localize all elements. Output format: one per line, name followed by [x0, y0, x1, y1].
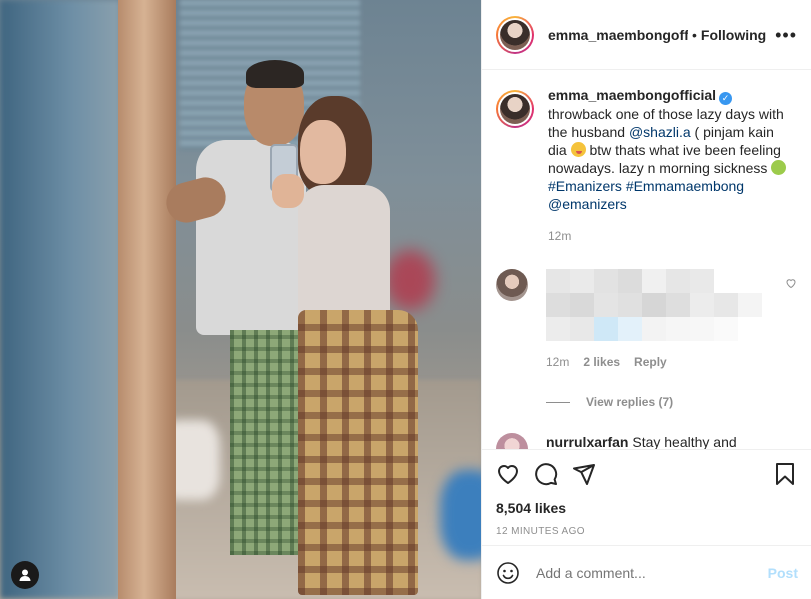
post-side-panel: emma_maembongoffi • Following ••• emma_m…: [481, 0, 811, 599]
likes-count[interactable]: 8,504 likes: [496, 500, 797, 516]
photo-hand: [272, 174, 304, 208]
post-caption: emma_maembongofficial ✓ throwback one of …: [496, 86, 797, 245]
hashtag-emmamaembong-link[interactable]: #Emmamaembong: [626, 178, 744, 194]
action-icons-row: [496, 450, 797, 498]
commenter-avatar[interactable]: [496, 433, 528, 449]
mention-fan-link[interactable]: @emanizers: [548, 196, 627, 212]
comment-icon: [535, 463, 558, 486]
post-modal: emma_maembongoffi • Following ••• emma_m…: [0, 0, 811, 599]
user-tag-button[interactable]: [11, 561, 39, 589]
post-comment-button[interactable]: Post: [768, 565, 798, 581]
emoji-button[interactable]: [496, 561, 520, 585]
winking-tongue-emoji-icon: [570, 142, 586, 157]
caption-author[interactable]: emma_maembongofficial: [548, 87, 716, 103]
pixelated-comment-text: [546, 269, 786, 341]
author-avatar[interactable]: [496, 15, 534, 54]
photo-background-wall: [0, 0, 120, 599]
heart-icon: [498, 465, 518, 484]
view-replies-label: View replies (7): [586, 395, 674, 409]
comment-like-heart-icon[interactable]: [785, 277, 797, 289]
commenter-avatar[interactable]: [496, 269, 528, 301]
post-timestamp[interactable]: 12 MINUTES AGO: [496, 526, 797, 537]
photo-man-hair: [246, 60, 304, 88]
comment-reply-button[interactable]: Reply: [634, 355, 667, 369]
comment-text: Stay healthy and: [632, 434, 737, 449]
share-icon: [573, 464, 595, 485]
comment-item: 12m 2 likes Reply: [496, 269, 797, 369]
comment-author[interactable]: nurrulxarfan: [546, 434, 628, 449]
comment-likes-count[interactable]: 2 likes: [583, 355, 620, 369]
comment-meta: 12m 2 likes Reply: [546, 355, 786, 369]
hashtag-emanizers-link[interactable]: #Emanizers: [548, 178, 622, 194]
mention-husband-link[interactable]: @shazli.a: [629, 124, 691, 140]
comment-button[interactable]: [534, 462, 558, 486]
verified-badge-icon: ✓: [719, 92, 733, 105]
caption-text: emma_maembongofficial ✓ throwback one of …: [548, 86, 788, 245]
view-replies-line: [546, 401, 570, 403]
save-button[interactable]: [773, 462, 797, 486]
view-replies-button[interactable]: View replies (7): [546, 395, 797, 409]
post-header: emma_maembongoffi • Following •••: [482, 0, 811, 70]
bookmark-icon: [776, 463, 794, 485]
caption-timestamp[interactable]: 12m: [548, 227, 788, 245]
comments-list: emma_maembongofficial ✓ throwback one of …: [482, 70, 811, 449]
add-comment-bar: Post: [482, 545, 811, 599]
photo-woman-face: [300, 120, 346, 184]
comment-item: nurrulxarfan Stay healthy and: [496, 433, 797, 449]
comment-timestamp[interactable]: 12m: [546, 355, 569, 369]
post-photo[interactable]: [0, 0, 481, 599]
photo-mirror-frame: [118, 0, 176, 599]
like-button[interactable]: [496, 462, 520, 486]
photo-blue-object: [440, 470, 481, 560]
photo-man-sarong: [230, 330, 305, 555]
post-actions: 8,504 likes 12 MINUTES AGO Post: [482, 449, 811, 599]
nauseated-emoji-icon: [771, 160, 787, 175]
photo-background-object: [385, 250, 435, 310]
more-options-icon[interactable]: •••: [775, 26, 797, 44]
photo-woman-sarong: [298, 310, 418, 595]
share-button[interactable]: [572, 462, 596, 486]
emoji-icon: [497, 561, 519, 584]
user-tag-icon: [19, 569, 31, 581]
header-username[interactable]: emma_maembongoffi: [548, 27, 688, 43]
following-button[interactable]: Following: [701, 27, 766, 43]
header-separator: •: [692, 26, 697, 43]
add-comment-input[interactable]: [536, 564, 768, 581]
caption-author-avatar[interactable]: [496, 90, 534, 128]
